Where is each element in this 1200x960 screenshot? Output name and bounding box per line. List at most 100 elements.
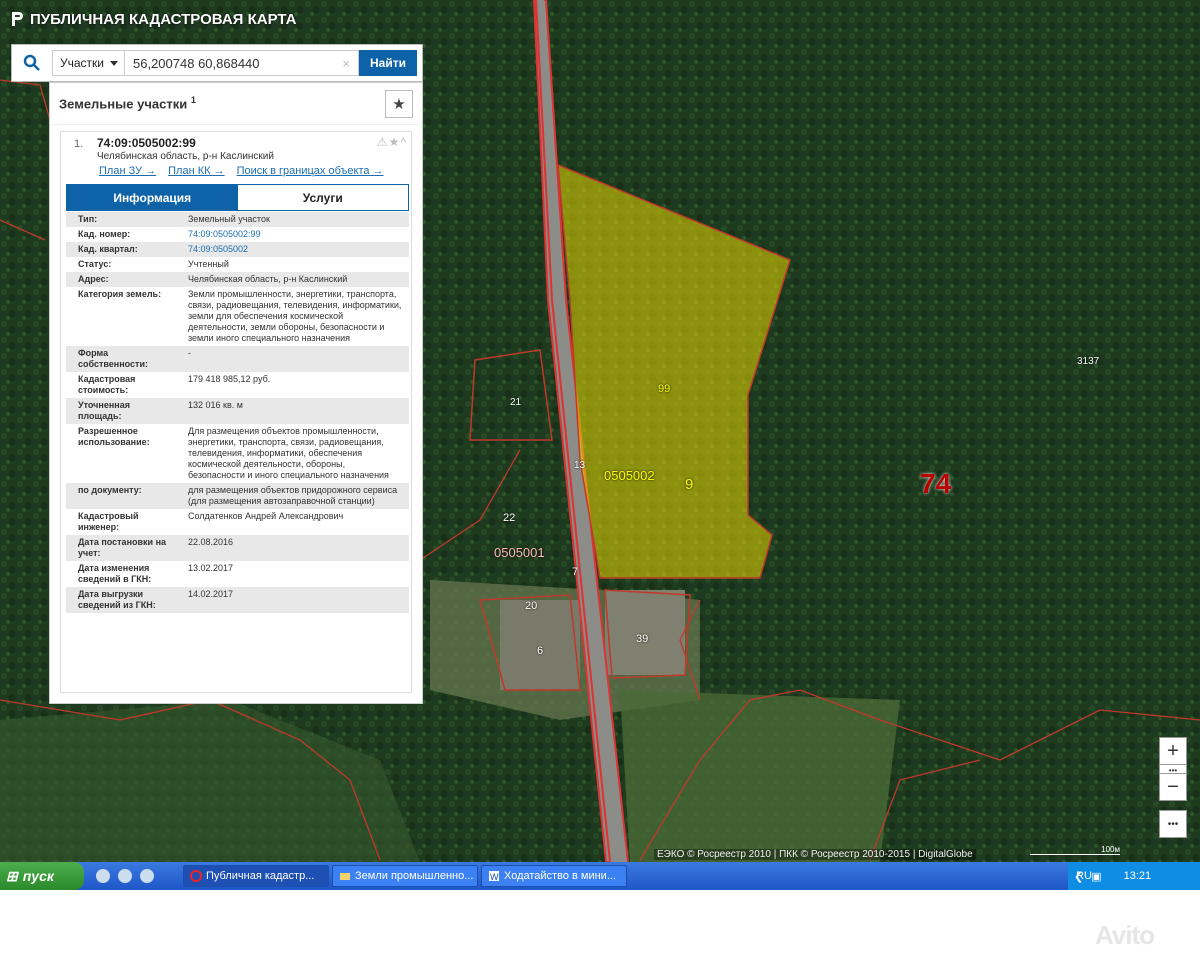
info-row: Адрес: Челябинская область, р-н Каслински…	[66, 272, 409, 287]
info-value: Земли промышленности, энергетики, трансп…	[188, 289, 402, 343]
opera-icon	[190, 870, 202, 882]
info-key: Кадастровый инженер:	[78, 511, 139, 532]
cadastral-number[interactable]: 74:09:0505002:99	[97, 136, 196, 150]
map-label-quarter-0505001: 0505001	[494, 545, 545, 560]
info-row: по документу: для размещения объектов при…	[66, 483, 409, 509]
info-key: Дата постановки на учет:	[78, 537, 167, 558]
info-key: Разрешенное использование:	[78, 426, 150, 447]
link-plan-zu[interactable]: План ЗУ →	[99, 165, 156, 177]
search-type-select[interactable]: Участки	[52, 50, 125, 76]
info-key: Кад. номер:	[78, 229, 131, 239]
search-icon[interactable]	[12, 45, 52, 81]
result-card: 1. 74:09:0505002:99 Челябинская область,…	[60, 131, 412, 693]
info-row: Дата постановки на учет: 22.08.2016	[66, 535, 409, 561]
info-value: 22.08.2016	[188, 537, 234, 547]
info-value: Челябинская область, р-н Каслинский	[188, 274, 348, 284]
info-row: Кад. квартал: 74:09:0505002	[66, 242, 409, 257]
show-desktop-icon[interactable]	[96, 869, 110, 883]
windows-logo-icon: ⊞	[6, 867, 18, 884]
card-action-icons[interactable]: ⚠★^	[377, 135, 407, 149]
task-browser-label: Публичная кадастр...	[206, 870, 315, 882]
start-button[interactable]: ⊞ пуск	[0, 862, 84, 890]
info-key: Адрес:	[78, 274, 109, 284]
result-count: 1	[190, 95, 196, 106]
favorite-star-button[interactable]: ★	[385, 89, 413, 118]
tab-information[interactable]: Информация	[67, 185, 238, 210]
info-value[interactable]: 74:09:0505002:99	[178, 227, 409, 242]
zoom-in-button[interactable]: +	[1159, 737, 1187, 765]
info-key: Статус:	[78, 259, 112, 269]
ie-icon[interactable]	[140, 869, 154, 883]
map-label-74: 74	[920, 468, 952, 499]
card-header: 1. 74:09:0505002:99 Челябинская область,…	[61, 132, 411, 182]
map-label-9: 9	[685, 476, 694, 493]
map-scale: 100м	[1030, 845, 1120, 855]
map-label-quarter-0505002: 0505002	[604, 468, 655, 483]
map-attribution: ЕЭКО © Росреестр 2010 | ПКК © Росреестр …	[654, 849, 976, 860]
task-folder[interactable]: Земли промышленно...	[332, 865, 478, 887]
info-row: Кадастровая стоимость: 179 418 985,12 руб…	[66, 372, 409, 398]
task-browser[interactable]: Публичная кадастр...	[183, 865, 329, 887]
map-label-13: 13	[574, 460, 586, 471]
info-row: Уточненная площадь: 132 016 кв. м	[66, 398, 409, 424]
tab-services[interactable]: Услуги	[238, 185, 409, 210]
avito-watermark: Avito	[1095, 920, 1155, 951]
info-key: Дата выгрузки сведений из ГКН:	[78, 589, 156, 610]
link-search-bounds[interactable]: Поиск в границах объекта →	[237, 165, 384, 177]
map-label-7: 7	[572, 566, 579, 578]
info-key: Категория земель:	[78, 289, 162, 299]
info-value[interactable]: 74:09:0505002	[178, 242, 409, 257]
info-value: Солдатенков Андрей Александрович	[188, 511, 344, 521]
find-button[interactable]: Найти	[359, 50, 417, 76]
info-row: Разрешенное использование: Для размещения…	[66, 424, 409, 483]
task-word-label: Ходатайство в мини...	[504, 870, 616, 882]
zoom-out-button[interactable]: −	[1159, 773, 1187, 801]
card-links: План ЗУ → План КК → Поиск в границах объ…	[99, 165, 384, 177]
info-row: Кадастровый инженер: Солдатенков Андрей А…	[66, 509, 409, 535]
info-key: по документу:	[78, 485, 142, 495]
search-input[interactable]: 56,200748 60,868440 ×	[125, 50, 359, 76]
info-value: 13.02.2017	[188, 563, 234, 573]
language-indicator[interactable]: RU	[1076, 870, 1092, 882]
panel-title: Земельные участки 1	[59, 95, 196, 111]
tray-network-icon[interactable]: ▣	[1091, 870, 1101, 883]
info-value: 179 418 985,12 руб.	[188, 374, 271, 384]
card-tabs: Информация Услуги	[66, 184, 409, 211]
clock: 13:21	[1123, 870, 1152, 882]
panel-header: Земельные участки 1 ★	[50, 83, 422, 125]
map-label-3137: 3137	[1077, 356, 1100, 367]
info-row: Дата выгрузки сведений из ГКН: 14.02.2017	[66, 587, 409, 613]
pkk-logo-icon	[12, 12, 23, 26]
quick-launch	[84, 869, 180, 883]
word-icon: W	[489, 871, 499, 882]
info-value: для размещения объектов придорожного сер…	[188, 485, 398, 506]
clear-icon[interactable]: ×	[342, 56, 350, 71]
app-title-text: ПУБЛИЧНАЯ КАДАСТРОВАЯ КАРТА	[30, 10, 297, 28]
info-row: Форма собственности: -	[66, 346, 409, 372]
app-title: ПУБЛИЧНАЯ КАДАСТРОВАЯ КАРТА	[10, 10, 296, 28]
info-key: Уточненная площадь:	[78, 400, 130, 421]
task-word[interactable]: W Ходатайство в мини...	[481, 865, 627, 887]
avito-watermark-text: Avito	[1095, 920, 1155, 950]
info-key: Кад. квартал:	[78, 244, 138, 254]
link-plan-kk[interactable]: План КК →	[168, 165, 224, 177]
card-address: Челябинская область, р-н Каслинский	[97, 151, 274, 162]
info-key: Кадастровая стоимость:	[78, 374, 136, 395]
taskbar: ⊞ пуск Публичная кадастр... Земли промыш…	[0, 862, 1200, 890]
info-table: Тип: Земельный участок Кад. номер: 74:09:05…	[66, 212, 409, 613]
search-bar: Участки 56,200748 60,868440 × Найти	[11, 44, 423, 82]
map-label-22: 22	[503, 512, 516, 524]
start-label: пуск	[22, 868, 54, 884]
result-index: 1.	[74, 138, 84, 150]
info-row: Категория земель: Земли промышленности, э…	[66, 287, 409, 346]
info-key: Форма собственности:	[78, 348, 148, 369]
info-key: Дата изменения сведений в ГКН:	[78, 563, 152, 584]
info-row: Тип: Земельный участок	[66, 212, 409, 227]
more-options-button[interactable]: •••	[1159, 810, 1187, 838]
browser-icon[interactable]	[118, 869, 132, 883]
map-label-39: 39	[636, 633, 649, 645]
info-value: Учтенный	[188, 259, 229, 269]
results-panel: Земельные участки 1 ★ 1. 74:09:0505002:9…	[49, 82, 423, 704]
map-label-6: 6	[537, 645, 544, 657]
info-row: Дата изменения сведений в ГКН: 13.02.2017	[66, 561, 409, 587]
